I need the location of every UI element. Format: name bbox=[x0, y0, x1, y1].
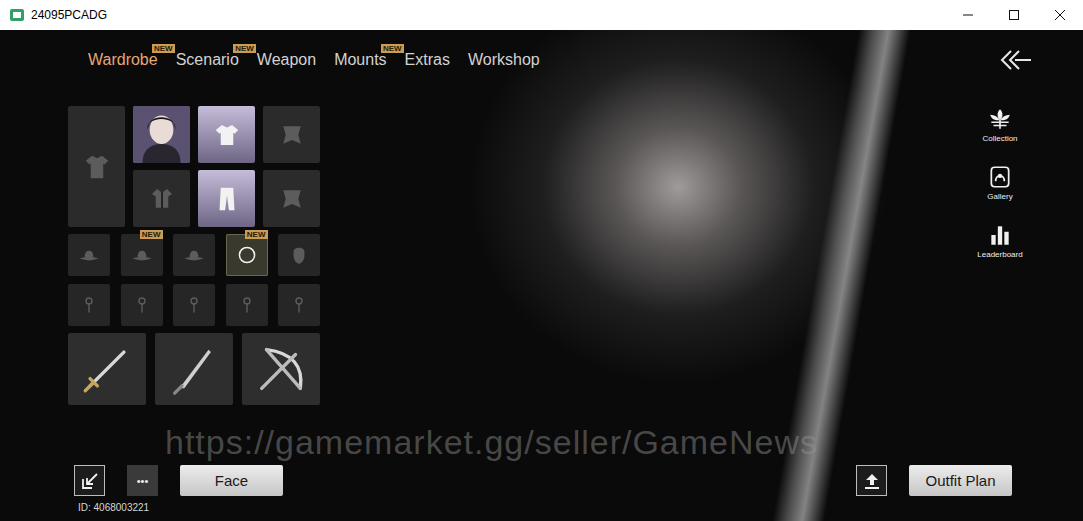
side-menu-item[interactable]: Gallery bbox=[987, 164, 1013, 201]
player-id: ID: 4068003221 bbox=[78, 502, 283, 513]
bottom-bar: ••• Face ID: 4068003221 Outfit Plan bbox=[0, 465, 1083, 521]
hat-icon bbox=[129, 242, 155, 268]
side-menu-item[interactable]: Leaderboard bbox=[977, 222, 1022, 259]
jewelry-slot[interactable] bbox=[173, 284, 215, 326]
hat-icon bbox=[76, 242, 102, 268]
jewelry-slot[interactable] bbox=[121, 284, 163, 326]
import-icon bbox=[80, 471, 100, 491]
jewelry-slot[interactable] bbox=[68, 284, 110, 326]
outfit-slot[interactable] bbox=[263, 106, 320, 163]
back-icon[interactable] bbox=[999, 48, 1033, 72]
game-stage: Wardrobe NEW Scenario NEW Weapon Mounts NE… bbox=[0, 30, 1083, 521]
new-badge: NEW bbox=[152, 44, 175, 53]
accessory-slot[interactable] bbox=[68, 234, 110, 276]
side-menu-item[interactable]: Collection bbox=[982, 106, 1017, 143]
watermark: https://gamemarket.gg/seller/GameNews bbox=[165, 424, 818, 460]
weapon-slot[interactable] bbox=[242, 333, 320, 405]
outfit-plan-button[interactable]: Outfit Plan bbox=[909, 465, 1012, 496]
bow-icon bbox=[252, 340, 310, 398]
face-button[interactable]: Face bbox=[180, 465, 283, 496]
pin-icon bbox=[130, 293, 154, 317]
accessory-slot[interactable]: NEW bbox=[121, 234, 163, 276]
pin-icon bbox=[235, 293, 259, 317]
jewelry-slot[interactable] bbox=[278, 284, 320, 326]
tab[interactable]: Scenario NEW bbox=[176, 48, 239, 72]
upload-icon bbox=[862, 471, 882, 491]
jewelry-slot[interactable] bbox=[226, 284, 268, 326]
equipment-panel: NEWNEW bbox=[68, 106, 320, 405]
pin-icon bbox=[287, 293, 311, 317]
tab[interactable]: Mounts NEW bbox=[334, 48, 386, 72]
close-icon bbox=[1054, 9, 1066, 21]
maximize-button[interactable] bbox=[991, 0, 1037, 30]
outfit-slot[interactable] bbox=[198, 170, 255, 227]
tab[interactable]: Wardrobe NEW bbox=[88, 48, 158, 72]
tab[interactable]: Extras bbox=[405, 48, 450, 72]
outfit-slot[interactable] bbox=[133, 170, 190, 227]
ring-icon bbox=[234, 242, 260, 268]
side-menu-label: Leaderboard bbox=[977, 250, 1022, 259]
new-badge: NEW bbox=[245, 230, 268, 239]
leaderboard-icon bbox=[987, 222, 1013, 248]
portrait-icon bbox=[133, 106, 190, 163]
upload-button[interactable] bbox=[856, 465, 887, 496]
hat-icon bbox=[181, 242, 207, 268]
pin-icon bbox=[182, 293, 206, 317]
minimize-icon bbox=[962, 9, 974, 21]
lotus-icon bbox=[987, 106, 1013, 132]
outfit-slot[interactable] bbox=[133, 106, 190, 163]
sword-icon bbox=[78, 340, 136, 398]
more-button[interactable]: ••• bbox=[127, 465, 158, 496]
shirt-icon bbox=[212, 120, 242, 150]
import-button[interactable] bbox=[74, 465, 105, 496]
gallery-icon bbox=[987, 164, 1013, 190]
outfit-slot[interactable] bbox=[263, 170, 320, 227]
blade-icon bbox=[165, 340, 223, 398]
pants-icon bbox=[212, 184, 242, 214]
accessory-slot[interactable]: NEW bbox=[226, 234, 268, 276]
mask-icon bbox=[286, 242, 312, 268]
app-icon bbox=[9, 7, 25, 23]
accessory-slot[interactable] bbox=[278, 234, 320, 276]
outfit-slot[interactable] bbox=[68, 106, 125, 227]
title-bar: 24095PCADG bbox=[0, 0, 1083, 30]
accessory-slot[interactable] bbox=[173, 234, 215, 276]
new-badge: NEW bbox=[140, 230, 163, 239]
character-picture bbox=[430, 30, 1083, 521]
cape-icon bbox=[277, 184, 307, 214]
minimize-button[interactable] bbox=[945, 0, 991, 30]
weapon-slot[interactable] bbox=[68, 333, 146, 405]
pin-icon bbox=[77, 293, 101, 317]
new-badge: NEW bbox=[233, 44, 256, 53]
tab-bar: Wardrobe NEW Scenario NEW Weapon Mounts NE… bbox=[88, 48, 540, 72]
side-menu: Collection Gallery Leaderboard bbox=[965, 106, 1035, 405]
close-button[interactable] bbox=[1037, 0, 1083, 30]
maximize-icon bbox=[1008, 9, 1020, 21]
robe-icon bbox=[82, 152, 112, 182]
side-menu-label: Collection bbox=[982, 134, 1017, 143]
jacket-icon bbox=[147, 184, 177, 214]
tab[interactable]: Workshop bbox=[468, 48, 540, 72]
outfit-slot[interactable] bbox=[198, 106, 255, 163]
cape-icon bbox=[277, 120, 307, 150]
new-badge: NEW bbox=[381, 44, 404, 53]
game-window: 24095PCADG Wardrobe NEW Scenario NEW Weapon… bbox=[0, 0, 1083, 521]
tab[interactable]: Weapon bbox=[257, 48, 316, 72]
side-menu-label: Gallery bbox=[987, 192, 1012, 201]
weapon-slot[interactable] bbox=[155, 333, 233, 405]
window-title: 24095PCADG bbox=[31, 8, 107, 22]
